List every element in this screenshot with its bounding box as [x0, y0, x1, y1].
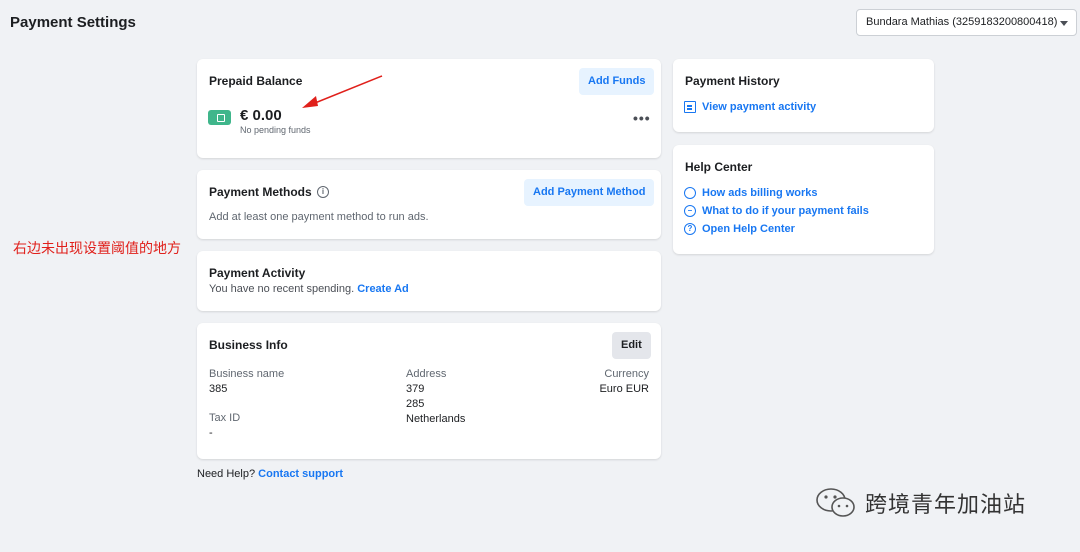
need-help-text: Need Help?	[197, 468, 256, 480]
no-spending-text: You have no recent spending.	[209, 283, 355, 295]
currency-value: Euro EUR	[599, 383, 649, 395]
open-help-center-link[interactable]: ? Open Help Center	[684, 223, 795, 235]
annotation-text: 右边未出现设置阈值的地方	[13, 240, 181, 256]
payment-activity-card: Payment Activity You have no recent spen…	[197, 251, 661, 311]
wechat-icon	[816, 488, 855, 517]
annotation-arrow-icon	[302, 75, 383, 108]
payment-methods-card: Payment Methods i Add Payment Method Add…	[197, 170, 661, 239]
page-title: Payment Settings	[10, 14, 136, 31]
payment-methods-title: Payment Methods	[209, 185, 312, 199]
payment-methods-description: Add at least one payment method to run a…	[209, 211, 429, 223]
business-name-label: Business name	[209, 368, 285, 380]
payment-history-card: Payment History View payment activity	[673, 59, 934, 132]
currency-label: Currency	[604, 368, 649, 380]
payment-fails-label: What to do if your payment fails	[702, 205, 869, 217]
payment-history-title: Payment History	[685, 74, 780, 88]
wallet-icon	[208, 110, 231, 125]
watermark-text: 跨境青年加油站	[865, 493, 1027, 518]
balance-amount: € 0.00	[240, 107, 282, 124]
account-selector[interactable]: Bundara Mathias (3259183200800418)	[856, 9, 1077, 36]
tax-id-value: -	[209, 427, 213, 439]
minus-circle-icon: –	[684, 205, 696, 217]
prepaid-balance-title: Prepaid Balance	[209, 74, 303, 88]
add-payment-method-button[interactable]: Add Payment Method	[524, 179, 655, 206]
more-options-icon[interactable]: •••	[633, 111, 651, 125]
contact-support-link[interactable]: Contact support	[258, 468, 343, 480]
account-selector-value: Bundara Mathias (3259183200800418)	[866, 16, 1058, 28]
need-help: Need Help? Contact support	[197, 468, 343, 480]
business-name-value: 385	[209, 383, 228, 395]
watermark: 跨境青年加油站	[815, 486, 1026, 520]
edit-button[interactable]: Edit	[612, 332, 651, 359]
info-icon[interactable]: i	[317, 186, 329, 198]
payment-fails-link[interactable]: – What to do if your payment fails	[684, 205, 869, 217]
payment-activity-title: Payment Activity	[209, 266, 306, 280]
people-icon	[684, 187, 696, 199]
help-center-card: Help Center How ads billing works – What…	[673, 145, 934, 254]
address-line-3: Netherlands	[406, 413, 466, 425]
tax-id-label: Tax ID	[209, 412, 241, 424]
view-payment-activity-label: View payment activity	[702, 101, 817, 113]
open-help-center-label: Open Help Center	[702, 223, 795, 235]
billing-help-link[interactable]: How ads billing works	[684, 187, 818, 199]
question-icon: ?	[684, 223, 696, 235]
address-line-1: 379	[406, 383, 425, 395]
pending-funds-text: No pending funds	[240, 125, 311, 135]
receipt-icon	[684, 101, 696, 113]
business-info-card: Business Info Edit Business name 385 Add…	[197, 323, 661, 459]
add-funds-button[interactable]: Add Funds	[579, 68, 655, 95]
payment-activity-description: You have no recent spending. Create Ad	[209, 283, 409, 295]
address-label: Address	[406, 368, 447, 380]
view-payment-activity-link[interactable]: View payment activity	[684, 101, 816, 113]
create-ad-link[interactable]: Create Ad	[357, 283, 409, 295]
billing-help-label: How ads billing works	[702, 187, 818, 199]
prepaid-balance-card: Prepaid Balance Add Funds € 0.00 No pend…	[197, 59, 661, 158]
business-info-title: Business Info	[209, 338, 288, 352]
help-center-title: Help Center	[685, 160, 753, 174]
address-line-2: 285	[406, 398, 425, 410]
chevron-down-icon	[1060, 21, 1068, 26]
